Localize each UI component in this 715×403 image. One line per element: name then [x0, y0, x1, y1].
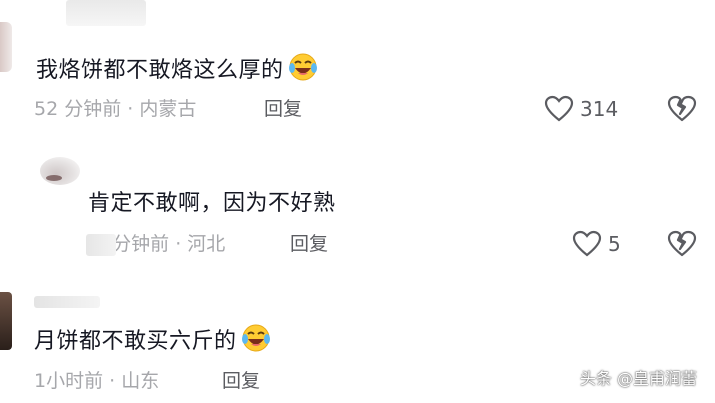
comment-time-location: 1小时前 · 山东 — [34, 370, 160, 392]
blurred-region — [86, 234, 116, 256]
laughing-crying-emoji-icon — [288, 52, 318, 82]
dislike-icon[interactable] — [667, 230, 697, 258]
comment-text-content: 月饼都不敢买六斤的 — [34, 329, 237, 354]
laughing-crying-emoji-icon — [241, 323, 271, 353]
username-blurred[interactable] — [34, 296, 100, 308]
like-count: 314 — [580, 97, 619, 121]
comment-time-location: 52 分钟前 · 内蒙古 — [34, 98, 197, 120]
watermark: 头条 @皇甫润蕾 — [579, 369, 697, 388]
avatar[interactable] — [40, 157, 80, 185]
like-icon[interactable] — [544, 95, 574, 123]
like-count: 5 — [608, 232, 621, 256]
reply-button[interactable]: 回复 — [264, 97, 302, 121]
username-blurred[interactable] — [66, 0, 146, 26]
avatar[interactable] — [0, 22, 12, 72]
comment-text: 月饼都不敢买六斤的 — [34, 323, 271, 357]
avatar[interactable] — [0, 292, 12, 350]
comment-text-content: 肯定不敢啊，因为不好熟 — [88, 191, 336, 216]
comment-text: 我烙饼都不敢烙这么厚的 — [36, 52, 318, 86]
reply-button[interactable]: 回复 — [290, 232, 328, 256]
comment-text: 肯定不敢啊，因为不好熟 — [88, 189, 336, 219]
reply-button[interactable]: 回复 — [222, 369, 260, 393]
like-icon[interactable] — [572, 230, 602, 258]
dislike-icon[interactable] — [667, 95, 697, 123]
comment-text-content: 我烙饼都不敢烙这么厚的 — [36, 58, 284, 83]
